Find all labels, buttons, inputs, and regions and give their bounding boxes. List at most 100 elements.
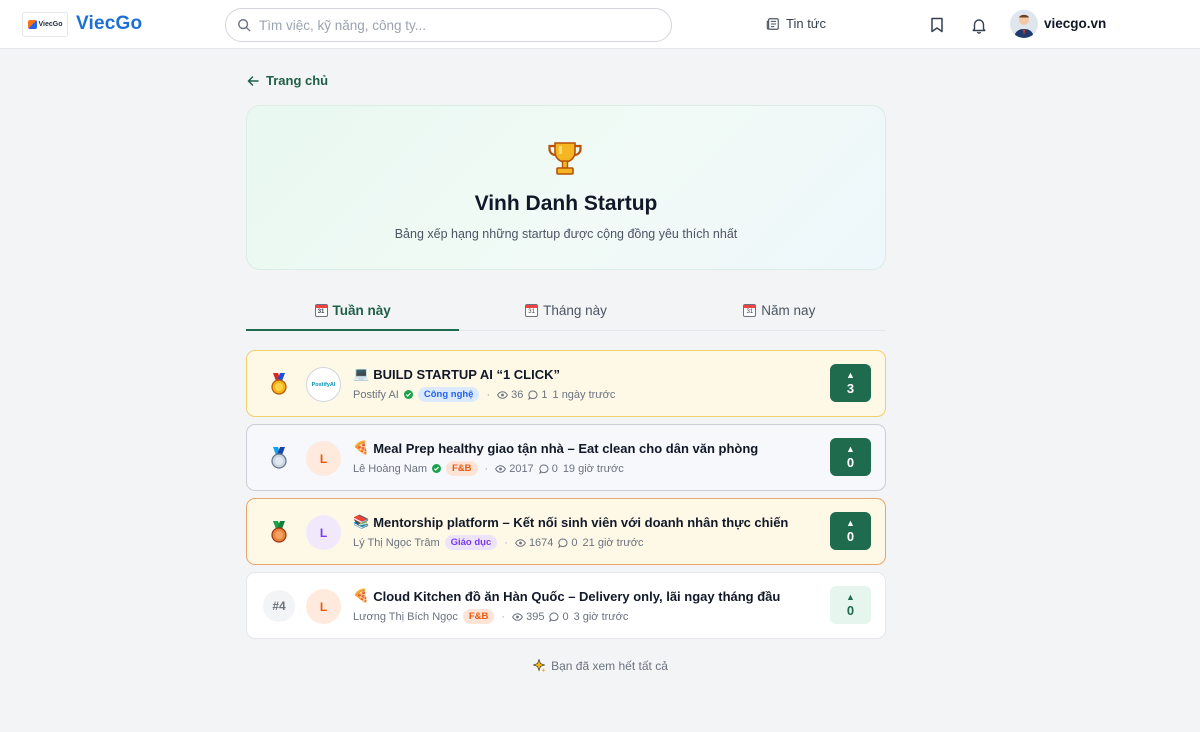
eye-icon [514, 538, 526, 547]
calendar-icon: 31 [743, 303, 757, 317]
upvote-button[interactable]: ▲ 0 [830, 512, 871, 550]
triangle-up-icon: ▲ [846, 517, 855, 528]
post-meta: Lý Thị Ngọc Trâm Giáo dục · 1674 0 21 gi… [353, 535, 643, 550]
separator: · [504, 536, 508, 549]
news-label: Tin tức [786, 16, 827, 31]
view-count: 36 [497, 389, 523, 401]
triangle-up-icon: ▲ [846, 591, 855, 602]
author-name[interactable]: Postify AI [353, 389, 399, 401]
avatar-person-icon [1010, 10, 1038, 38]
comment-count: 0 [538, 463, 558, 475]
tab-label: Năm nay [761, 302, 816, 318]
triangle-up-icon: ▲ [846, 369, 855, 380]
news-link[interactable]: Tin tức [766, 16, 826, 31]
username[interactable]: viecgo.vn [1044, 16, 1106, 31]
upvote-button[interactable]: ▲ 0 [830, 438, 871, 476]
comment-count: 1 [528, 389, 548, 401]
back-to-home-link[interactable]: Trang chủ [247, 73, 328, 88]
search-icon [238, 19, 251, 32]
search-bar[interactable] [225, 8, 672, 42]
author-avatar: L [306, 589, 341, 624]
brand-name[interactable]: ViecGo [76, 13, 142, 35]
tab-this-year[interactable]: 31 Năm nay [673, 294, 886, 330]
logo[interactable]: ViecGo [22, 12, 68, 37]
post-title[interactable]: 🍕 Meal Prep healthy giao tận nhà – Eat cl… [353, 440, 758, 456]
period-tabs: 31 Tuần này 31 Tháng này 31 Năm nay [246, 294, 886, 331]
comment-icon [528, 389, 538, 400]
vote-count: 0 [846, 454, 855, 470]
category-tag: F&B [462, 609, 495, 624]
category-tag: F&B [446, 461, 478, 476]
post-title[interactable]: 📚 Mentorship platform – Kết nối sinh viên… [353, 514, 788, 530]
trophy-icon [548, 142, 582, 175]
arrow-left-icon [247, 75, 259, 86]
category-tag: Giáo dục [444, 535, 498, 550]
tab-this-month[interactable]: 31 Tháng này [459, 294, 672, 330]
hero-banner: Vinh Danh Startup Bảng xếp hạng những st… [246, 105, 886, 270]
post-time: 19 giờ trước [562, 462, 624, 475]
sparkles-icon [532, 659, 546, 673]
page-title: Vinh Danh Startup [474, 192, 658, 215]
post-time: 21 giờ trước [582, 536, 644, 549]
post-time: 3 giờ trước [573, 610, 629, 623]
search-input[interactable] [259, 17, 639, 33]
upvote-button[interactable]: ▲ 3 [830, 364, 871, 402]
comment-icon [538, 463, 549, 474]
comment-icon [549, 611, 559, 622]
end-note-text: Bạn đã xem hết tất cả [551, 659, 668, 673]
calendar-icon: 31 [525, 303, 539, 317]
pizza-icon: 🍕 [353, 588, 370, 603]
separator: · [484, 462, 489, 475]
tab-this-week[interactable]: 31 Tuần này [246, 294, 460, 331]
verified-icon [432, 464, 441, 473]
post-time: 1 ngày trước [552, 388, 616, 401]
silver-medal-icon [263, 442, 295, 474]
author-avatar: L [306, 515, 341, 550]
category-tag: Công nghệ [417, 387, 480, 402]
triangle-up-icon: ▲ [846, 443, 855, 454]
separator: · [501, 610, 506, 623]
rank-number: #4 [263, 590, 295, 622]
notifications-button[interactable] [969, 15, 989, 35]
leaderboard-card[interactable]: PostifyAI 💻 BUILD STARTUP AI “1 CLICK” Po… [246, 350, 886, 417]
author-name[interactable]: Lý Thị Ngọc Trâm [353, 537, 440, 549]
startup-logo: PostifyAI [306, 367, 341, 402]
eye-icon [497, 390, 509, 399]
tab-label: Tuần này [332, 302, 391, 318]
top-header: ViecGo ViecGo Tin tức viecgo.vn [0, 0, 1200, 49]
bookmark-button[interactable] [927, 15, 947, 35]
calendar-icon: 31 [314, 303, 328, 317]
comment-icon [558, 537, 568, 548]
vote-count: 0 [846, 602, 855, 618]
laptop-icon: 💻 [353, 366, 370, 381]
comment-count: 0 [549, 611, 569, 623]
leaderboard-card[interactable]: #4 L 🍕 Cloud Kitchen đồ ăn Hàn Quốc – Del… [246, 572, 886, 639]
bronze-medal-icon [263, 516, 295, 548]
separator: · [486, 388, 491, 401]
author-name[interactable]: Lê Hoàng Nam [353, 463, 427, 475]
view-count: 395 [512, 611, 544, 623]
post-title[interactable]: 🍕 Cloud Kitchen đồ ăn Hàn Quốc – Delivery… [353, 588, 780, 604]
post-meta: Lê Hoàng Nam F&B · 2017 0 19 giờ trước [353, 461, 624, 476]
post-meta: Postify AI Công nghệ · 36 1 1 ngày trước [353, 387, 615, 402]
logo-text: ViecGo [38, 21, 63, 28]
verified-icon [403, 390, 413, 399]
eye-icon [512, 612, 524, 621]
user-avatar[interactable] [1010, 10, 1038, 38]
gold-medal-icon [263, 368, 295, 400]
post-title[interactable]: 💻 BUILD STARTUP AI “1 CLICK” [353, 366, 560, 382]
post-meta: Lương Thị Bích Ngọc F&B · 395 0 3 giờ tr… [353, 609, 628, 624]
eye-icon [495, 464, 507, 473]
upvote-button[interactable]: ▲ 0 [830, 586, 871, 624]
bookmark-icon [931, 17, 943, 33]
leaderboard-card[interactable]: L 🍕 Meal Prep healthy giao tận nhà – Eat … [246, 424, 886, 491]
tab-label: Tháng này [543, 302, 607, 318]
end-of-list-note: Bạn đã xem hết tất cả [0, 659, 1200, 673]
pizza-icon: 🍕 [353, 440, 370, 455]
author-name[interactable]: Lương Thị Bích Ngọc [353, 611, 458, 623]
back-label: Trang chủ [266, 73, 329, 88]
view-count: 2017 [495, 463, 534, 475]
vote-count: 3 [846, 380, 855, 396]
page-subtitle: Bảng xếp hạng những startup được cộng đồ… [394, 227, 738, 241]
leaderboard-card[interactable]: L 📚 Mentorship platform – Kết nối sinh vi… [246, 498, 886, 565]
